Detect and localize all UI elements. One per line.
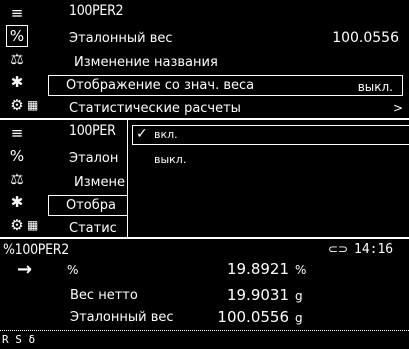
percent-label: % [67,263,79,277]
status-line: R S δ [2,333,36,346]
percent-mode-icon[interactable]: % [6,25,28,47]
menu-list-icon[interactable]: ≡ [6,2,28,24]
balance-icon[interactable]: ⚖ [6,48,28,70]
check-icon: ✓ [136,126,148,142]
option-on[interactable]: вкл. [154,128,178,141]
gear-star-icon[interactable]: ✱ [6,71,28,93]
arrow-right-icon: → [17,259,33,280]
menu-item-reference-weight[interactable]: Эталонный вес [69,31,173,46]
option-off[interactable]: выкл. [154,153,186,166]
net-weight-unit: g [295,289,303,303]
weighing-display-panel: %100PER2 ⊂⊃ 14:16 → % 19.8921 % Вес нетт… [0,239,409,349]
menu-item-statistics[interactable]: Статистические расчеты [69,101,241,116]
options-dropdown: ✓ вкл. выкл. [127,120,409,237]
user-settings-icon[interactable]: ⚙ [6,94,28,116]
percent-mode-icon[interactable]: % [6,145,28,167]
calculator-icon: ▦ [27,218,39,232]
menu-item-truncated: Статис [69,221,117,236]
display-with-value-state: выкл. [357,80,393,94]
calculator-icon: ▦ [27,98,39,112]
menu-item-truncated: Эталон [69,151,119,166]
mode-title: %100PER2 [3,242,69,258]
net-weight-value: 19.9031 [226,286,289,304]
menu-item-truncated: Отобра [66,198,116,213]
menu-item-rename[interactable]: Изменение названия [74,55,218,70]
menu-item-truncated: Измене [74,175,125,190]
reference-weight-unit: g [295,311,303,325]
clock-time: 14:16 [354,242,394,257]
status-divider [0,330,409,331]
balance-icon[interactable]: ⚖ [6,168,28,190]
reference-weight-value: 100.0556 [217,308,289,326]
net-weight-label: Вес нетто [70,288,138,303]
percent-value: 19.8921 [226,260,289,278]
percent-unit: % [295,263,307,277]
battery-icon: ⊂⊃ [328,242,349,256]
gear-star-icon[interactable]: ✱ [6,191,28,213]
reference-weight-value: 100.0556 [332,30,399,46]
menu-item-display-with-value[interactable]: Отображение со знач. веса [66,78,254,93]
menu-title: 100PER2 [69,3,124,19]
settings-menu-panel: ≡ % ⚖ ✱ ⚙ ▦ 100PER2 Эталонный вес 100.05… [0,0,409,118]
chevron-right-icon[interactable]: > [393,101,403,115]
user-settings-icon[interactable]: ⚙ [6,214,28,236]
reference-weight-label: Эталонный вес [70,310,174,325]
option-popup-panel: ≡ % ⚖ ✱ ⚙ ▦ 100PER Эталон Измене Отобра … [0,120,409,237]
menu-list-icon[interactable]: ≡ [6,122,28,144]
menu-title-truncated: 100PER [69,123,116,139]
